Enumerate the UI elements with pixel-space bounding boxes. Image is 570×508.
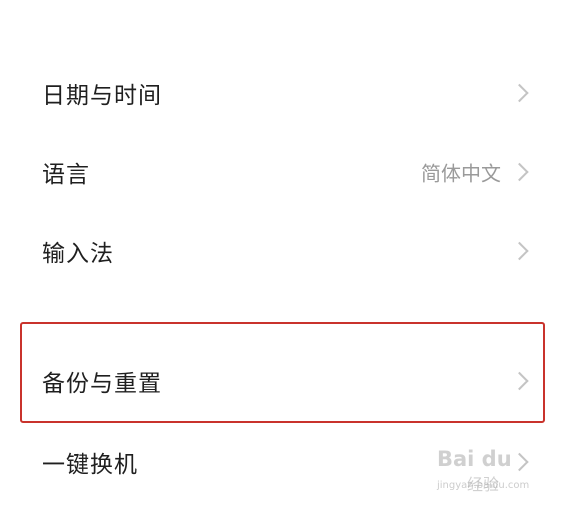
chevron-right-icon: [510, 83, 529, 103]
settings-item-input-method[interactable]: 输入法: [0, 216, 570, 286]
chevron-right-icon: [510, 371, 529, 391]
settings-item-date-time[interactable]: 日期与时间: [0, 58, 570, 128]
settings-item-backup-reset[interactable]: 备份与重置: [0, 346, 570, 416]
settings-item-label: 一键换机: [42, 452, 138, 478]
chevron-right-icon: [510, 162, 529, 182]
settings-item-label: 备份与重置: [42, 371, 162, 397]
settings-item-label: 输入法: [42, 241, 114, 267]
settings-item-label: 语言: [42, 162, 90, 188]
settings-list: 日期与时间 语言 简体中文 输入法 备份与重置 一键换机: [0, 0, 570, 508]
settings-item-phone-clone[interactable]: 一键换机: [0, 427, 570, 497]
settings-item-label: 日期与时间: [42, 83, 162, 109]
settings-item-value: 简体中文: [421, 161, 501, 186]
settings-item-language[interactable]: 语言 简体中文: [0, 137, 570, 207]
chevron-right-icon: [510, 452, 529, 472]
chevron-right-icon: [510, 241, 529, 261]
